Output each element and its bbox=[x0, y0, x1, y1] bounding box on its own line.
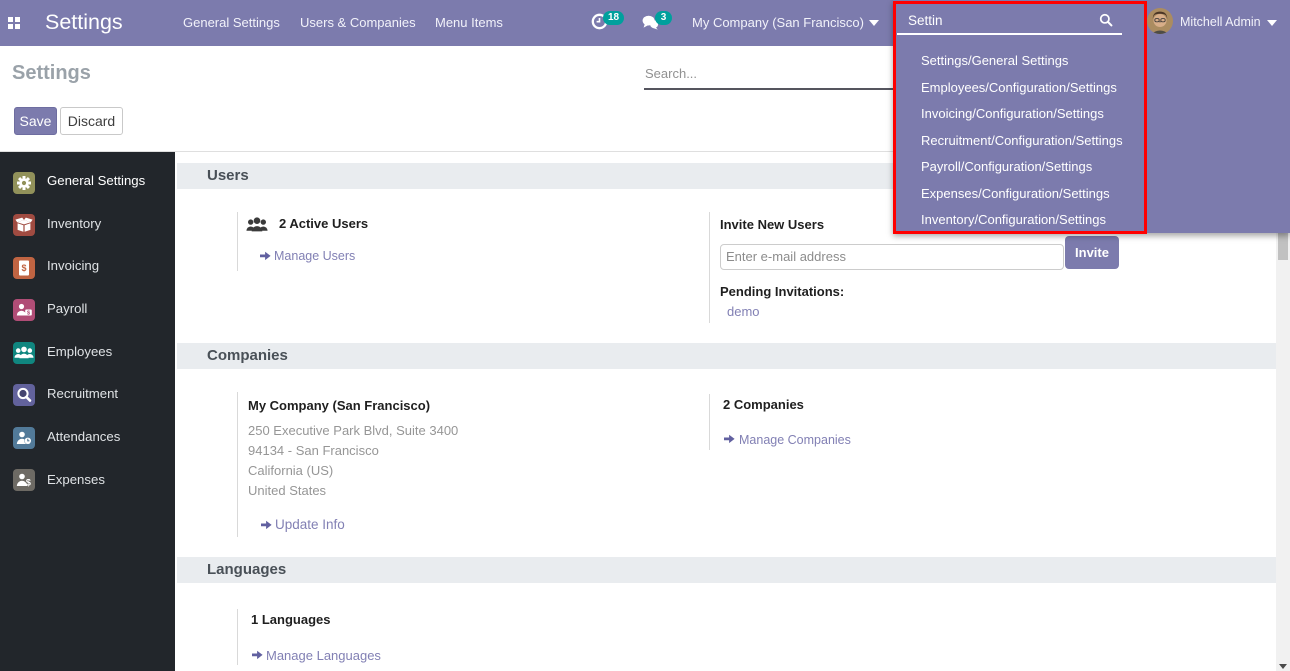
svg-text:$: $ bbox=[27, 310, 30, 316]
svg-text:$: $ bbox=[26, 478, 31, 488]
svg-text:$: $ bbox=[21, 263, 26, 273]
